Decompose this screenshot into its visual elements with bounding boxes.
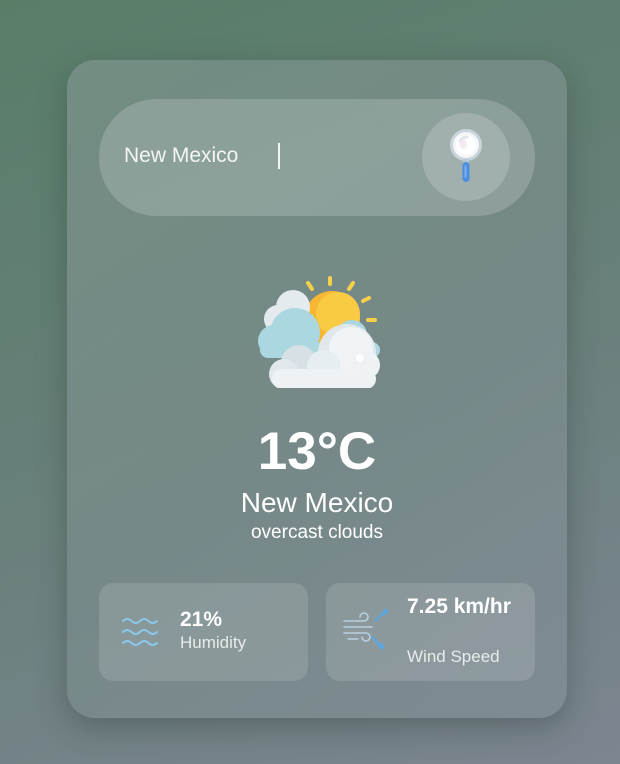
search-bar: [99, 99, 535, 216]
search-button[interactable]: [422, 113, 510, 201]
wind-speed-value: 7.25 km/hr: [407, 595, 511, 618]
weather-card: 13°C New Mexico overcast clouds 21% Humi…: [67, 60, 567, 718]
temperature: 13°C: [257, 422, 377, 481]
wind-panel: 7.25 km/hr Wind Speed: [326, 583, 535, 681]
city-name: New Mexico: [240, 487, 394, 518]
magnifier-icon: [450, 129, 482, 182]
weather-description: overcast clouds: [250, 522, 383, 543]
wind-speed-label: Wind Speed: [407, 647, 500, 666]
search-input[interactable]: [124, 139, 394, 173]
humidity-label: Humidity: [180, 633, 247, 652]
partly-cloudy-sun-icon: [258, 276, 380, 388]
wind-icon: [343, 608, 389, 650]
humidity-waves-icon: [122, 618, 158, 646]
humidity-value: 21%: [180, 608, 223, 631]
text-caret: [278, 143, 280, 169]
humidity-panel: 21% Humidity: [99, 583, 308, 681]
